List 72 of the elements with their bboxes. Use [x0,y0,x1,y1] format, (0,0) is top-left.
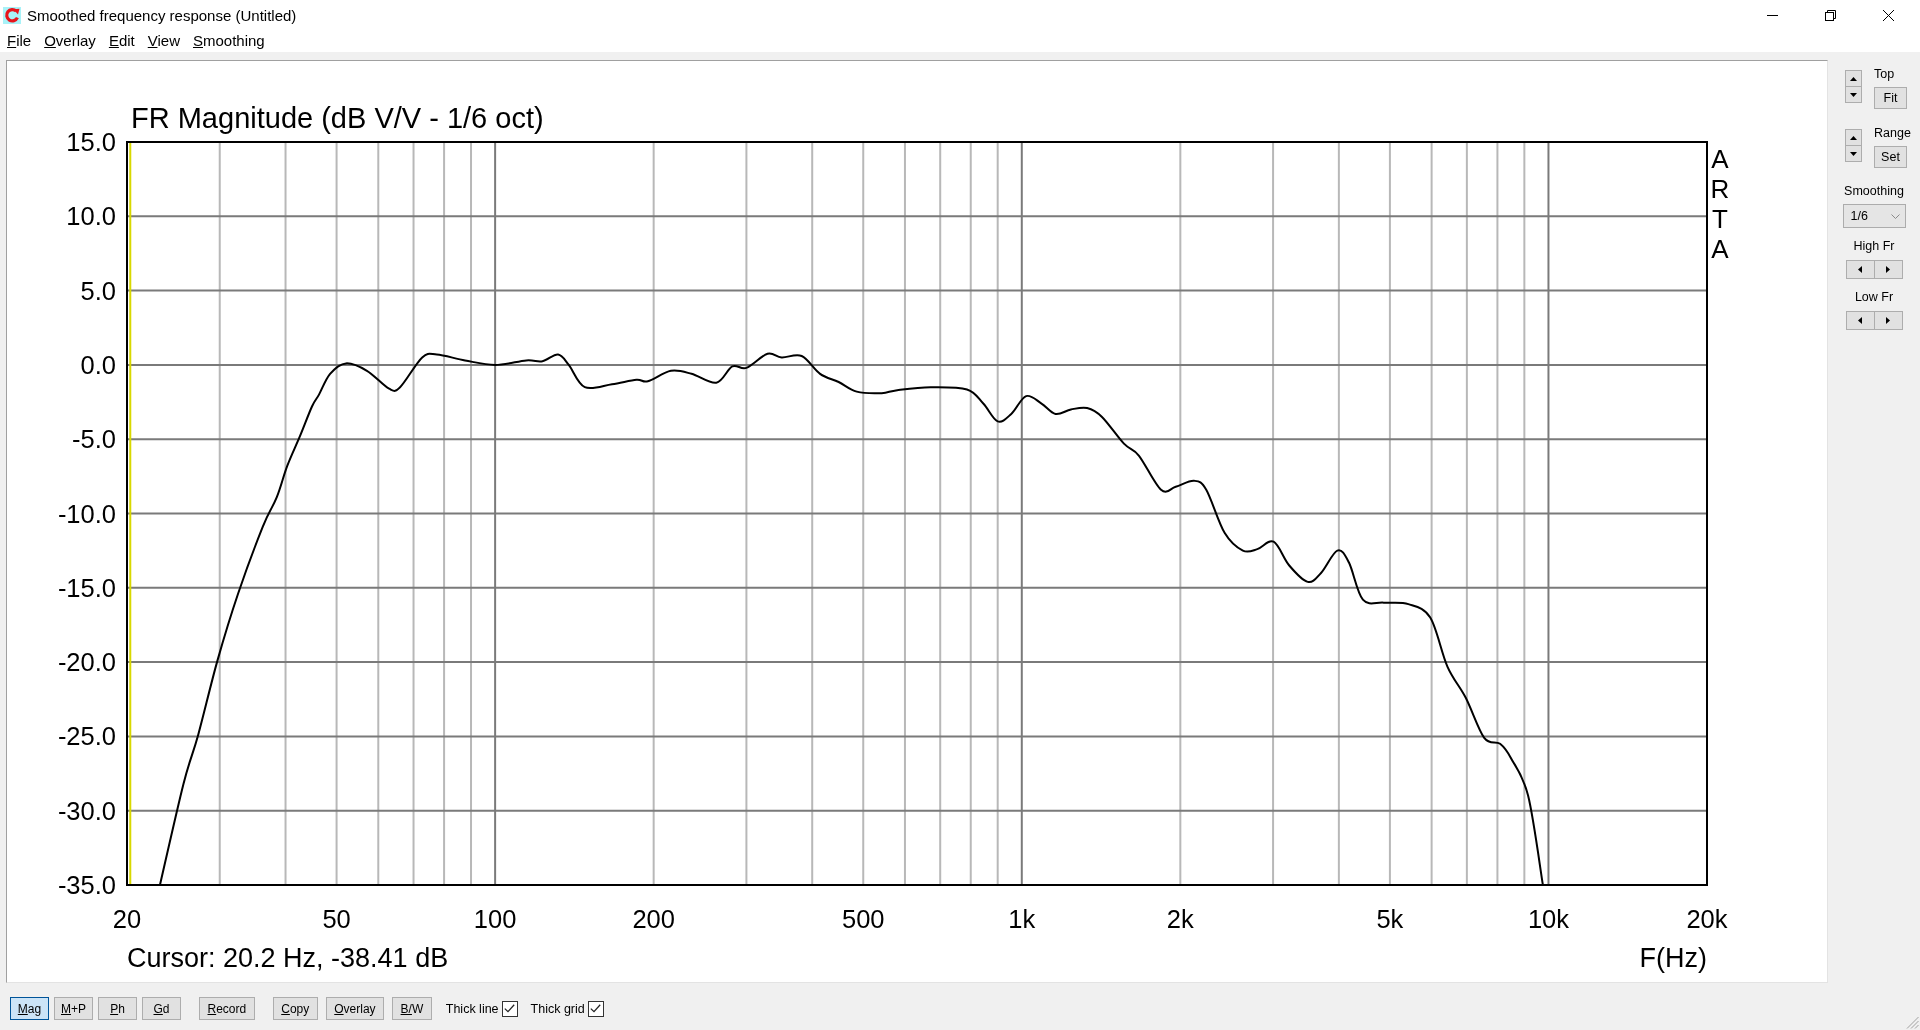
spin-down-button[interactable] [1845,145,1862,162]
y-tick-label: 5.0 [80,276,116,305]
right-triangle-icon [1886,317,1890,324]
dropdown[interactable]: 1/6 [1842,204,1906,228]
down-triangle-icon [1850,151,1857,156]
check-icon [504,1004,516,1013]
close-icon [1882,9,1894,21]
up-triangle-icon [1850,135,1857,140]
menu-item[interactable]: Overlay [38,31,102,51]
chevron-down-icon [1890,213,1900,219]
x-tick-label: 20k [1686,905,1728,933]
spin-down-button[interactable] [1845,86,1862,103]
panel-label: Top [1874,67,1895,81]
x-tick-label: 5k [1376,905,1404,933]
checkbox-label: Thick grid [530,1001,585,1016]
circular-arrow-icon [3,6,21,24]
view-button[interactable]: Gd [142,997,181,1020]
resize-grip-icon [1905,1015,1919,1029]
menu-item[interactable]: Edit [102,31,141,51]
toolbar-button[interactable]: Overlay [325,997,385,1020]
step-left-button[interactable] [1845,311,1875,330]
left-triangle-icon [1858,266,1862,273]
panel-button[interactable]: Fit [1874,87,1907,109]
x-axis-label: F(Hz) [1639,943,1707,973]
toolbar-button[interactable]: Copy [272,997,318,1020]
chart-title: FR Magnitude (dB V/V - 1/6 oct) [131,102,544,134]
cursor-readout: Cursor: 20.2 Hz, -38.41 dB [127,943,449,973]
y-tick-label: 10.0 [66,202,116,231]
vertical-label: ARTA [1710,144,1730,264]
x-tick-label: 200 [632,905,675,933]
y-tick-label: -20.0 [57,648,116,677]
step-right-button[interactable] [1873,260,1903,279]
menu-item[interactable]: Smoothing [187,31,271,51]
checkbox-label: Thick line [445,1001,499,1016]
view-button[interactable]: Mag [10,997,49,1020]
x-tick-label: 2k [1166,905,1194,933]
view-button[interactable]: Ph [98,997,137,1020]
step-left-button[interactable] [1845,260,1875,279]
checkbox[interactable] [587,1000,604,1017]
x-tick-label: 10k [1527,905,1569,933]
y-tick-label: -30.0 [57,796,116,825]
x-tick-label: 50 [322,905,351,933]
left-triangle-icon [1858,317,1862,324]
restore-icon [1824,9,1836,21]
y-tick-label: 0.0 [80,350,116,379]
y-tick-label: -35.0 [57,871,116,899]
right-triangle-icon [1886,266,1890,273]
x-tick-label: 1k [1008,905,1036,933]
check-icon [590,1004,602,1013]
x-tick-label: 500 [841,905,885,933]
panel-button[interactable]: Set [1874,146,1907,168]
panel-label: High Fr [1853,239,1895,253]
x-tick-label: 20 [112,905,142,933]
up-triangle-icon [1850,76,1857,81]
y-tick-label: -5.0 [72,425,116,454]
y-tick-label: -10.0 [57,499,116,528]
down-triangle-icon [1850,92,1857,97]
y-tick-label: 15.0 [66,128,116,156]
checkbox[interactable] [501,1000,518,1017]
panel-label: Range [1874,126,1911,140]
step-right-button[interactable] [1873,311,1903,330]
toolbar-button[interactable]: B/W [392,997,432,1020]
y-tick-label: -15.0 [57,573,116,602]
panel-label: Low Fr [1854,290,1894,304]
x-tick-label: 100 [473,905,517,933]
menu-item[interactable]: View [141,31,186,51]
menu-item[interactable]: File [1,31,38,51]
panel-label: Smoothing [1844,184,1904,198]
view-button[interactable]: M+P [54,997,93,1020]
toolbar-button[interactable]: Record [199,997,255,1020]
y-tick-label: -25.0 [57,722,116,751]
window-title: Smoothed frequency response (Untitled) [27,6,297,24]
